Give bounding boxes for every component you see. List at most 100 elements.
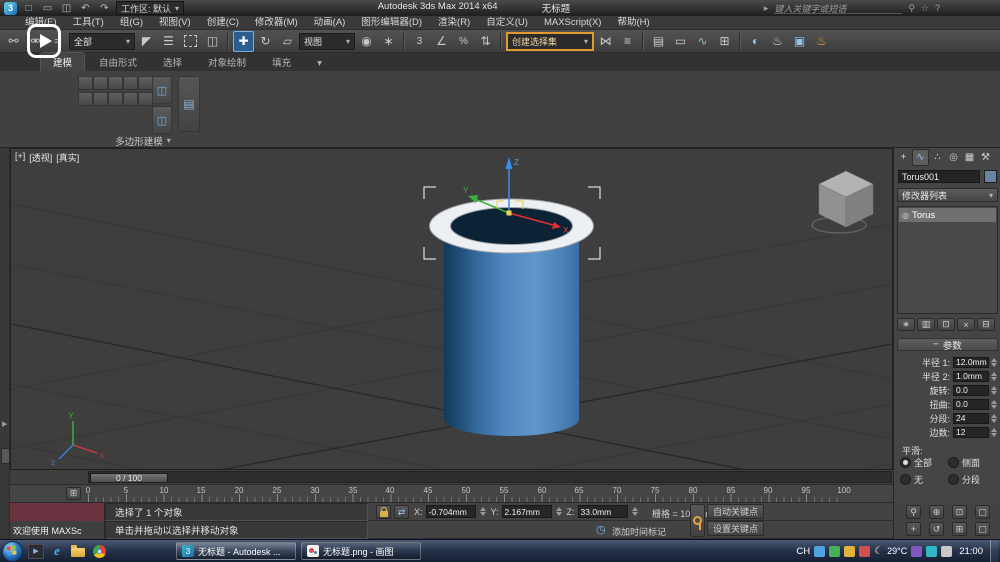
tray-icon[interactable] (829, 545, 841, 557)
polygon-modeling-panel-label[interactable]: 多边形建模 ▾ (78, 134, 208, 148)
tab-motion-icon[interactable]: ◎ (946, 150, 961, 165)
spinner-control[interactable] (555, 507, 564, 516)
sides-input[interactable]: 12 (953, 426, 989, 438)
menu-graph-editors[interactable]: 图形编辑器(D) (354, 16, 429, 30)
modeling-tool-button[interactable] (108, 92, 123, 106)
taskbar-clock[interactable]: 21:00 (959, 546, 983, 557)
search-input[interactable]: 键入关键字或短语 (774, 2, 903, 14)
weather-temperature[interactable]: 29°C (887, 546, 907, 556)
material-editor-button[interactable]: ◐ (745, 31, 766, 52)
spinner-snap-toggle[interactable]: ⇅ (475, 31, 496, 52)
help-icon[interactable]: ? (935, 3, 940, 13)
ribbon-toggle-button[interactable]: ▭ (670, 31, 691, 52)
maxscript-mini-listener-top[interactable] (10, 503, 105, 521)
spinner-control[interactable] (989, 413, 998, 423)
modeling-tool-button[interactable] (123, 92, 138, 106)
spinner-control[interactable] (989, 357, 998, 367)
modeling-tool-button[interactable] (78, 92, 93, 106)
viewport-layout-tab[interactable] (1, 448, 10, 464)
radius2-input[interactable]: 1.0mm (953, 370, 989, 382)
tray-icon[interactable] (941, 545, 953, 557)
y-coord-input[interactable]: 2.167mm (501, 505, 552, 518)
rotation-input[interactable]: 0.0 (953, 384, 989, 396)
tab-create-icon[interactable]: + (896, 150, 911, 165)
stack-item-torus[interactable]: ◎ Torus (899, 208, 996, 222)
angle-snap-toggle[interactable]: ∠ (431, 31, 452, 52)
twist-input[interactable]: 0.0 (953, 398, 989, 410)
curve-editor-button[interactable]: ∿ (692, 31, 713, 52)
taskbar-app-icon[interactable]: ▶ (28, 543, 44, 559)
polygon-mode-button[interactable] (123, 76, 138, 90)
modeling-tool-button[interactable] (138, 92, 153, 106)
select-and-link-icon[interactable]: ⚯ (3, 31, 24, 52)
border-mode-button[interactable] (108, 76, 123, 90)
modeling-tool-button[interactable] (93, 92, 108, 106)
mirror-button[interactable]: ⋈ (595, 31, 616, 52)
layer-manager-button[interactable]: ▤ (648, 31, 669, 52)
set-key-mode-button[interactable]: 设置关键点 (707, 521, 764, 536)
app-logo-icon[interactable]: 3 (4, 1, 17, 15)
set-keys-button[interactable] (690, 504, 705, 537)
viewport-menu-general[interactable]: [+] (15, 151, 25, 164)
tab-utilities-icon[interactable]: ⚒ (978, 150, 993, 165)
infocenter-arrow-icon[interactable]: ▸ (764, 3, 769, 14)
time-slider-track[interactable]: 0 / 100 (88, 471, 892, 483)
time-tag-clock-icon[interactable]: ◷ (596, 523, 606, 536)
radius1-input[interactable]: 12.0mm (953, 356, 989, 368)
ribbon-tab-freeform[interactable]: 自由形式 (87, 53, 149, 71)
tab-hierarchy-icon[interactable]: ∴ (930, 150, 945, 165)
schematic-view-button[interactable]: ⊞ (714, 31, 735, 52)
zoom-extents-icon[interactable]: ⊡ (952, 505, 967, 519)
view-cube[interactable] (811, 170, 874, 234)
rectangular-selection-region-button[interactable] (180, 31, 201, 52)
menu-group[interactable]: 组(G) (113, 16, 150, 30)
pan-icon[interactable]: + (906, 522, 921, 536)
vertex-mode-button[interactable] (78, 76, 93, 90)
select-and-rotate-button[interactable]: ↻ (255, 31, 276, 52)
parameters-rollout-header[interactable]: − 参数 (897, 338, 998, 352)
ribbon-tab-populate[interactable]: 填充 (260, 53, 303, 71)
maxscript-mini-listener[interactable]: 欢迎使用 MAXSc (10, 521, 105, 539)
show-end-result-icon[interactable]: ▥ (917, 318, 935, 331)
taskbar-window-paint[interactable]: 无标题.png - 画图 (301, 542, 421, 560)
menu-help[interactable]: 帮助(H) (610, 16, 656, 30)
smooth-radio-all[interactable]: 全部 (900, 456, 948, 469)
spinner-control[interactable] (631, 507, 640, 516)
input-language-indicator[interactable]: CH (796, 546, 810, 557)
select-and-scale-button[interactable]: ▱ (277, 31, 298, 52)
use-pivot-center-button[interactable]: ◉ (356, 31, 377, 52)
maximize-viewport-icon[interactable]: ⊞ (952, 522, 967, 536)
z-coord-input[interactable]: 33.0mm (577, 505, 628, 518)
snap-toggle-3d[interactable]: 3 (409, 31, 430, 52)
orbit-icon[interactable]: ↺ (929, 522, 944, 536)
smooth-radio-none[interactable]: 无 (900, 473, 948, 486)
menu-animation[interactable]: 动画(A) (307, 16, 353, 30)
viewport-menu-pov[interactable]: [透视] (29, 151, 52, 164)
pin-stack-icon[interactable]: ∗ (897, 318, 915, 331)
start-button[interactable] (2, 540, 23, 562)
tab-display-icon[interactable]: ▦ (962, 150, 977, 165)
window-crossing-toggle[interactable]: ◫ (202, 31, 223, 52)
render-setup-button[interactable]: ♨ (767, 31, 788, 52)
spinner-control[interactable] (989, 385, 998, 395)
align-button[interactable]: ≡ (617, 31, 638, 52)
selection-lock-toggle[interactable] (376, 505, 391, 519)
spinner-control[interactable] (479, 507, 488, 516)
reference-coordinate-dropdown[interactable]: 视图 ▾ (299, 32, 355, 50)
select-and-manipulate-button[interactable]: ∗ (378, 31, 399, 52)
absolute-offset-toggle[interactable]: ⇄ (394, 505, 409, 519)
zoom-all-icon[interactable]: ⊕ (929, 505, 944, 519)
tray-icon[interactable] (911, 545, 923, 557)
favorites-star-icon[interactable]: ☆ (921, 3, 929, 14)
show-desktop-button[interactable] (990, 539, 998, 562)
x-coord-input[interactable]: -0.704mm (425, 505, 476, 518)
viewport-layout-icon[interactable]: ▢ (975, 522, 990, 536)
smooth-radio-sides[interactable]: 侧面 (948, 456, 996, 469)
undo-icon[interactable]: ↶ (78, 2, 93, 15)
segments-input[interactable]: 24 (953, 412, 989, 424)
menu-create[interactable]: 创建(C) (200, 16, 246, 30)
menu-maxscript[interactable]: MAXScript(X) (537, 16, 609, 30)
menu-views[interactable]: 视图(V) (152, 16, 198, 30)
internet-explorer-icon[interactable]: e (49, 543, 65, 559)
open-file-icon[interactable]: ▭ (40, 2, 55, 15)
